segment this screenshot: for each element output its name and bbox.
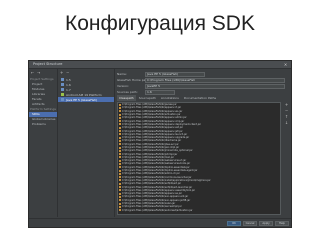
- remove-sdk-icon[interactable]: −: [66, 71, 70, 75]
- jar-icon: [119, 192, 121, 195]
- jar-icon: [119, 143, 121, 146]
- slide-title: Конфигурация SDK: [65, 12, 255, 35]
- jar-icon: [119, 205, 121, 208]
- dialog-titlebar: Project Structure ✕: [29, 61, 291, 69]
- back-icon[interactable]: ←: [31, 71, 35, 75]
- jar-icon: [119, 179, 121, 182]
- jar-icon: [119, 186, 121, 189]
- dialog-footer: OK Cancel Apply Help: [29, 218, 291, 227]
- jar-icon: [119, 130, 121, 133]
- jar-icon: [119, 139, 121, 142]
- sdk-detail-panel: Name: Java EE 5 (GlassFish) GlassFish Ho…: [115, 69, 291, 217]
- jar-icon: [119, 153, 121, 156]
- jar-icon: [119, 159, 121, 162]
- cancel-button[interactable]: Cancel: [243, 221, 257, 226]
- ok-button[interactable]: OK: [227, 221, 241, 226]
- jar-icon: [119, 149, 121, 152]
- nav-item[interactable]: Problems: [29, 122, 57, 127]
- classpath-toolbar: + − ↑ ↓: [284, 103, 289, 125]
- jar-icon: [119, 176, 121, 179]
- tab-documentation-paths[interactable]: Documentation Paths: [181, 95, 219, 101]
- java-sdk-icon: [61, 83, 64, 86]
- tab-annotations[interactable]: Annotations: [158, 95, 181, 101]
- dialog-title: Project Structure: [33, 62, 63, 66]
- java-sdk-icon: [61, 88, 64, 91]
- move-up-icon[interactable]: ↑: [284, 115, 289, 119]
- home-path-label: GlassFish Home path:: [117, 78, 150, 82]
- settings-navigation: ← → Project Settings Project Modules Librar…: [29, 69, 58, 217]
- jar-icon: [119, 103, 121, 106]
- jar-icon: [119, 110, 121, 113]
- remove-path-icon[interactable]: −: [284, 109, 289, 113]
- sdk-list-item[interactable]: Java EE 5 (GlassFish): [58, 97, 114, 102]
- jar-icon: [119, 209, 121, 212]
- sdk-list-toolbar: + −: [58, 69, 114, 77]
- project-structure-dialog: Project Structure ✕ ← → Project Settings…: [28, 60, 292, 228]
- jar-icon: [119, 172, 121, 175]
- tab-classpath[interactable]: Classpath: [117, 95, 136, 101]
- jar-icon: [119, 182, 121, 185]
- forward-icon[interactable]: →: [37, 71, 41, 75]
- sdk-list-item-label: Android API 19 Platform: [66, 92, 102, 97]
- jar-icon: [119, 189, 121, 192]
- classpath-entry: C:\Program Files (x86)\GlassFish\lib\end…: [122, 208, 193, 212]
- jar-icon: [119, 120, 121, 123]
- jar-icon: [119, 169, 121, 172]
- jar-icon: [119, 126, 121, 129]
- version-field[interactable]: JavaEE 5: [145, 83, 285, 89]
- sdk-tabs: Classpath Sourcepath Annotations Documentat…: [117, 95, 219, 101]
- home-path-field[interactable]: C:\Program Files (x86)\GlassFish: [145, 77, 285, 83]
- nav-toolbar: ← →: [29, 69, 57, 77]
- jar-icon: [119, 133, 121, 136]
- jar-icon: [119, 156, 121, 159]
- jar-icon: [119, 146, 121, 149]
- platform-label: Sources path:: [117, 90, 138, 94]
- tab-sourcepath[interactable]: Sourcepath: [136, 95, 158, 101]
- sdk-list-item-label: 1.7: [66, 87, 71, 92]
- classpath-list[interactable]: C:\Program Files (x86)\GlassFish\lib\jav…: [117, 102, 281, 215]
- android-sdk-icon: [61, 93, 64, 96]
- jar-icon: [119, 116, 121, 119]
- add-sdk-icon[interactable]: +: [60, 71, 64, 75]
- version-label: Version:: [117, 84, 130, 88]
- sdk-list-item-label: 1.5: [66, 77, 71, 82]
- jar-icon: [119, 199, 121, 202]
- jar-icon: [119, 195, 121, 198]
- jar-icon: [119, 123, 121, 126]
- jar-icon: [119, 106, 121, 109]
- sdk-list-item-label: Java EE 5 (GlassFish): [66, 97, 98, 102]
- sdk-list-panel: + − 1.5 1.6 1.7 Android API 19 Platform Java…: [58, 69, 115, 217]
- name-label: Name:: [117, 72, 127, 76]
- jar-icon: [119, 162, 121, 165]
- java-sdk-icon: [61, 98, 64, 101]
- platform-select[interactable]: 1.6: [145, 89, 175, 95]
- jar-icon: [119, 202, 121, 205]
- help-button[interactable]: Help: [275, 221, 289, 226]
- classpath-row[interactable]: C:\Program Files (x86)\GlassFish\lib\end…: [118, 209, 280, 212]
- add-path-icon[interactable]: +: [284, 103, 289, 107]
- jar-icon: [119, 136, 121, 139]
- java-sdk-icon: [61, 78, 64, 81]
- name-field[interactable]: Java EE 5 (GlassFish): [145, 71, 205, 77]
- apply-button[interactable]: Apply: [259, 221, 273, 226]
- sdk-list-item-label: 1.6: [66, 82, 71, 87]
- move-down-icon[interactable]: ↓: [284, 121, 289, 125]
- jar-icon: [119, 166, 121, 169]
- close-icon[interactable]: ✕: [283, 62, 288, 67]
- jar-icon: [119, 113, 121, 116]
